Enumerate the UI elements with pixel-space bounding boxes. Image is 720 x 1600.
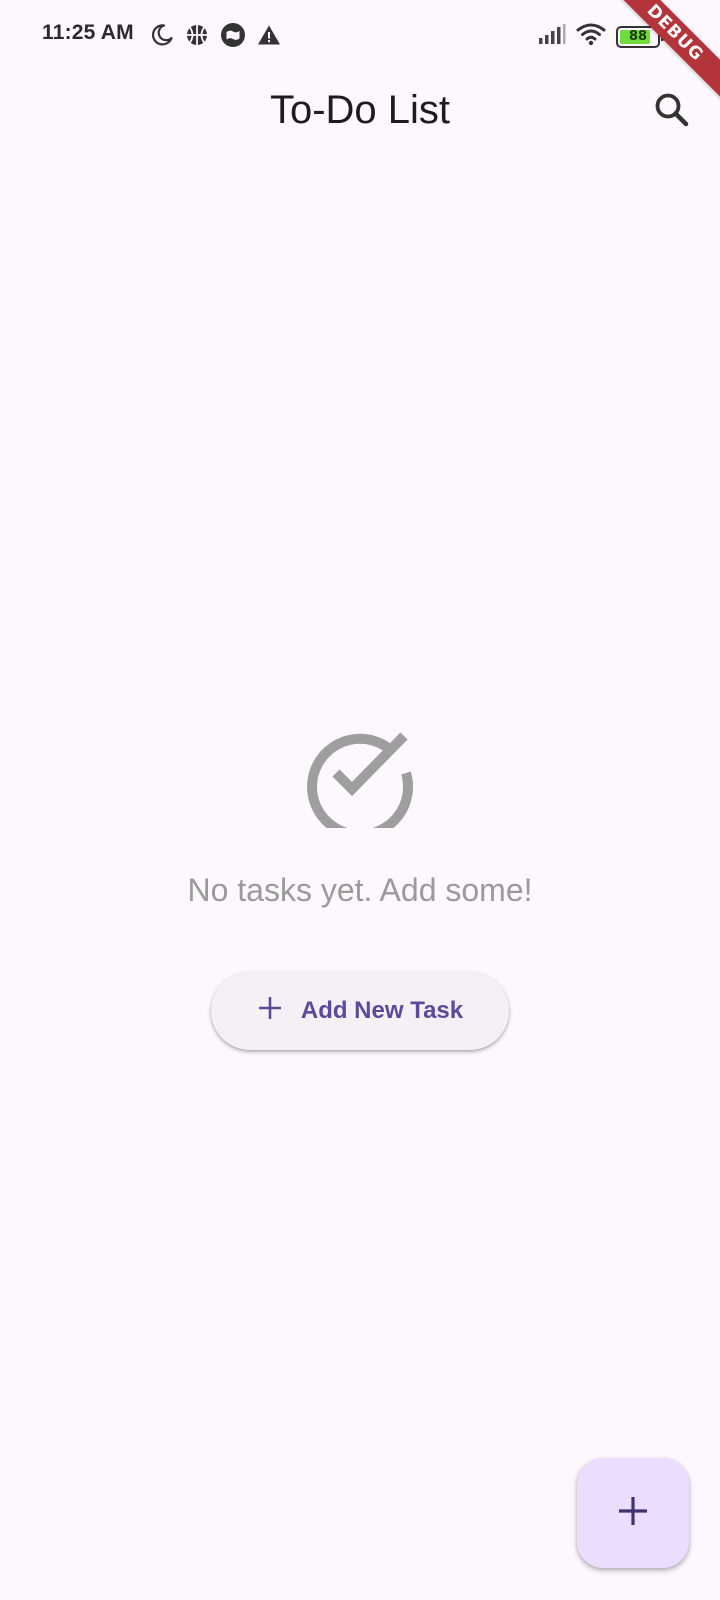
- moon-icon: [150, 23, 174, 52]
- plus-icon: [616, 1494, 650, 1533]
- add-new-task-label: Add New Task: [300, 997, 464, 1024]
- search-icon: [652, 90, 692, 135]
- add-new-task-button[interactable]: Add New Task: [211, 972, 509, 1050]
- status-time: 11:25 AM: [42, 21, 134, 44]
- message-icon: [220, 22, 246, 53]
- empty-state-message: No tasks yet. Add some!: [187, 872, 533, 908]
- page-title: To-Do List: [269, 88, 451, 132]
- status-left-icons: [150, 22, 281, 53]
- search-button[interactable]: [646, 86, 698, 138]
- warning-icon: [257, 23, 281, 52]
- basketball-icon: [185, 23, 209, 52]
- add-task-fab[interactable]: [577, 1458, 689, 1568]
- app-bar: To-Do List: [0, 70, 720, 154]
- plus-icon: [257, 993, 283, 1027]
- signal-icon: [538, 23, 566, 50]
- check-circle-icon: [305, 718, 415, 840]
- battery-level: 88: [628, 29, 648, 44]
- status-bar: 11:25 AM 88: [0, 0, 720, 70]
- wifi-icon: [576, 22, 606, 51]
